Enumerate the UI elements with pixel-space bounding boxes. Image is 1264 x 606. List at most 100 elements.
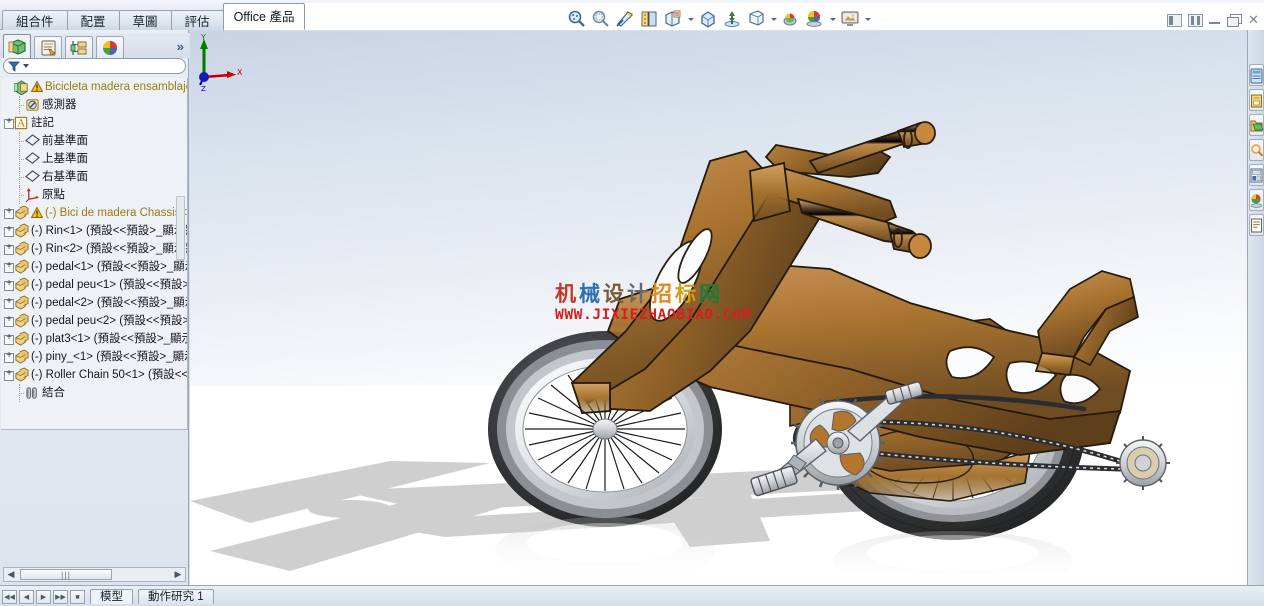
tree-item[interactable]: A 註記 — [1, 113, 187, 132]
sensor-icon — [25, 97, 40, 113]
tree-root-item[interactable]: Bicicleta madera ensamblaje — [1, 78, 187, 96]
view-orientation-icon[interactable] — [638, 8, 660, 30]
restore-button[interactable] — [1227, 14, 1242, 27]
render-tools-icon[interactable] — [839, 8, 861, 30]
custom-properties-icon[interactable] — [1249, 214, 1264, 236]
tab-model[interactable]: 模型 — [90, 589, 133, 604]
tree-expand-toggle[interactable] — [3, 257, 14, 276]
tree-expand-toggle[interactable] — [3, 239, 14, 258]
plane-icon — [25, 169, 40, 185]
minimize-button[interactable] — [1209, 15, 1221, 25]
collapse-right-pane-button[interactable] — [1188, 13, 1203, 27]
tree-item[interactable]: 右基準面 — [1, 168, 187, 186]
view-settings-icon[interactable] — [745, 8, 767, 30]
collapse-left-pane-button[interactable] — [1167, 13, 1182, 27]
tree-item[interactable]: (-) Rin<2> (預設<<預設>_顯示狀態 1>) — [1, 239, 187, 258]
apply-scene-icon[interactable] — [721, 8, 743, 30]
filter-dropdown-icon[interactable] — [23, 64, 29, 68]
edit-appearance-icon[interactable] — [780, 8, 802, 30]
close-button[interactable]: ✕ — [1247, 14, 1260, 26]
solidworks-resources-icon[interactable] — [1249, 64, 1264, 86]
view-palette-icon — [1250, 168, 1263, 182]
feature-manager-tab[interactable] — [3, 34, 31, 58]
motion-rewind-button[interactable]: ◀◀ — [2, 590, 17, 604]
tree-filter-bar[interactable] — [3, 58, 186, 74]
tree-expand-toggle[interactable] — [3, 113, 14, 132]
render-tools-dropdown-icon[interactable] — [863, 8, 872, 30]
section-view-icon — [616, 11, 633, 27]
graphics-area[interactable]: 机械设计招标网 WWW.JIXIEZHAOBIAO.COM Y X Z — [190, 31, 1247, 585]
hide-show-items-icon[interactable] — [697, 8, 719, 30]
appearance-palette-dropdown-icon[interactable] — [828, 8, 837, 30]
design-library-icon[interactable] — [1249, 89, 1264, 111]
motion-step-back-button[interactable]: ◀ — [19, 590, 34, 604]
plane-icon — [25, 151, 40, 167]
chainring — [791, 396, 885, 490]
motion-step-forward-button[interactable]: ▶▶ — [53, 590, 68, 604]
search-icon[interactable] — [1249, 139, 1264, 161]
tree-item-label: (-) Bici de madera Chassis<1> — [45, 207, 187, 219]
tree-expand-toggle[interactable] — [3, 275, 14, 294]
zoom-to-area-icon[interactable] — [590, 8, 612, 30]
part-icon — [14, 241, 29, 257]
motion-play-button[interactable]: ▶ — [36, 590, 51, 604]
plane-icon — [25, 133, 40, 149]
tree-item[interactable]: 原點 — [1, 186, 187, 204]
tree-item[interactable]: (-) pedal<1> (預設<<預設>_顯示狀態 1>) — [1, 257, 187, 276]
motion-study-bar: ◀◀ ◀ ▶ ▶▶ ■ 模型 動作研究 1 — [2, 589, 214, 604]
manager-tabs-overflow[interactable]: » — [177, 39, 184, 54]
scroll-thumb[interactable]: ||| — [20, 569, 112, 580]
motion-stop-button[interactable]: ■ — [70, 590, 85, 604]
view-settings-dropdown-icon[interactable] — [769, 8, 778, 30]
tree-filter-input[interactable] — [32, 60, 172, 72]
tab-motion-study-1[interactable]: 動作研究 1 — [138, 589, 214, 604]
display-style-dropdown-icon[interactable] — [686, 8, 695, 30]
tab-office-products[interactable]: Office 產品 — [222, 3, 306, 30]
tree-item[interactable]: (-) Rin<1> (預設<<預設>_顯示狀態 1>) — [1, 221, 187, 240]
tree-expand-toggle[interactable] — [3, 365, 14, 384]
configuration-icon — [70, 40, 87, 55]
tree-item[interactable]: (-) Roller Chain 50<1> (預設<<預設> — [1, 365, 187, 384]
tree-expand-toggle[interactable] — [3, 293, 14, 312]
property-manager-tab[interactable] — [34, 36, 62, 58]
appearances-scenes-icon[interactable] — [1249, 189, 1264, 211]
scroll-left-arrow[interactable]: ◀ — [4, 568, 18, 581]
file-explorer-icon[interactable] — [1249, 114, 1264, 136]
tree-horizontal-scrollbar[interactable]: ◀ ||| ▶ — [3, 567, 186, 582]
tree-item[interactable]: 感測器 — [1, 96, 187, 114]
tree-item[interactable]: 前基準面 — [1, 132, 187, 150]
window-controls: ✕ — [1167, 11, 1260, 29]
section-view-icon[interactable] — [614, 8, 636, 30]
tree-item[interactable]: (-) piny_<1> (預設<<預設>_顯示狀態 1>) — [1, 347, 187, 366]
feature-tree[interactable]: Bicicleta madera ensamblaje 感測器 A 註記前基準面上基準… — [1, 78, 188, 430]
configuration-manager-tab[interactable] — [65, 36, 93, 58]
tree-item[interactable]: (-) plat3<1> (預設<<預設>_顯示狀態 1>) — [1, 329, 187, 348]
tree-item[interactable]: 上基準面 — [1, 150, 187, 168]
tree-item[interactable]: 結合 — [1, 384, 187, 402]
display-style-icon[interactable] — [662, 8, 684, 30]
tree-expand-toggle[interactable] — [3, 203, 14, 222]
tree-item[interactable]: (-) pedal<2> (預設<<預設>_顯示狀態 1>) — [1, 293, 187, 312]
tree-expand-toggle[interactable] — [3, 329, 14, 348]
annotations-icon: A — [14, 115, 29, 131]
tree-expand-toggle[interactable] — [3, 221, 14, 240]
appearance-palette-icon[interactable] — [804, 8, 826, 30]
annotations-icon: A — [14, 116, 28, 129]
task-pane — [1247, 30, 1264, 585]
feature-tree-scrollbar[interactable] — [176, 196, 185, 260]
svg-text:A: A — [16, 117, 25, 129]
part-icon — [14, 223, 29, 239]
view-palette-icon[interactable] — [1249, 164, 1264, 186]
tree-expand-toggle[interactable] — [3, 311, 14, 330]
display-sphere-icon — [103, 40, 117, 55]
tree-expand-toggle[interactable] — [3, 347, 14, 366]
plane-icon — [25, 170, 40, 182]
zoom-to-fit-icon[interactable] — [566, 8, 588, 30]
tree-item[interactable]: (-) pedal peu<2> (預設<<預設>_顯示狀態) — [1, 311, 187, 330]
assembly-icon — [13, 79, 29, 96]
part-icon — [15, 331, 29, 346]
tree-item[interactable]: (-) Bici de madera Chassis<1> — [1, 203, 187, 222]
tree-item[interactable]: (-) pedal peu<1> (預設<<預設>_顯示狀態) — [1, 275, 187, 294]
scroll-right-arrow[interactable]: ▶ — [171, 568, 185, 581]
display-manager-tab[interactable] — [96, 36, 124, 58]
